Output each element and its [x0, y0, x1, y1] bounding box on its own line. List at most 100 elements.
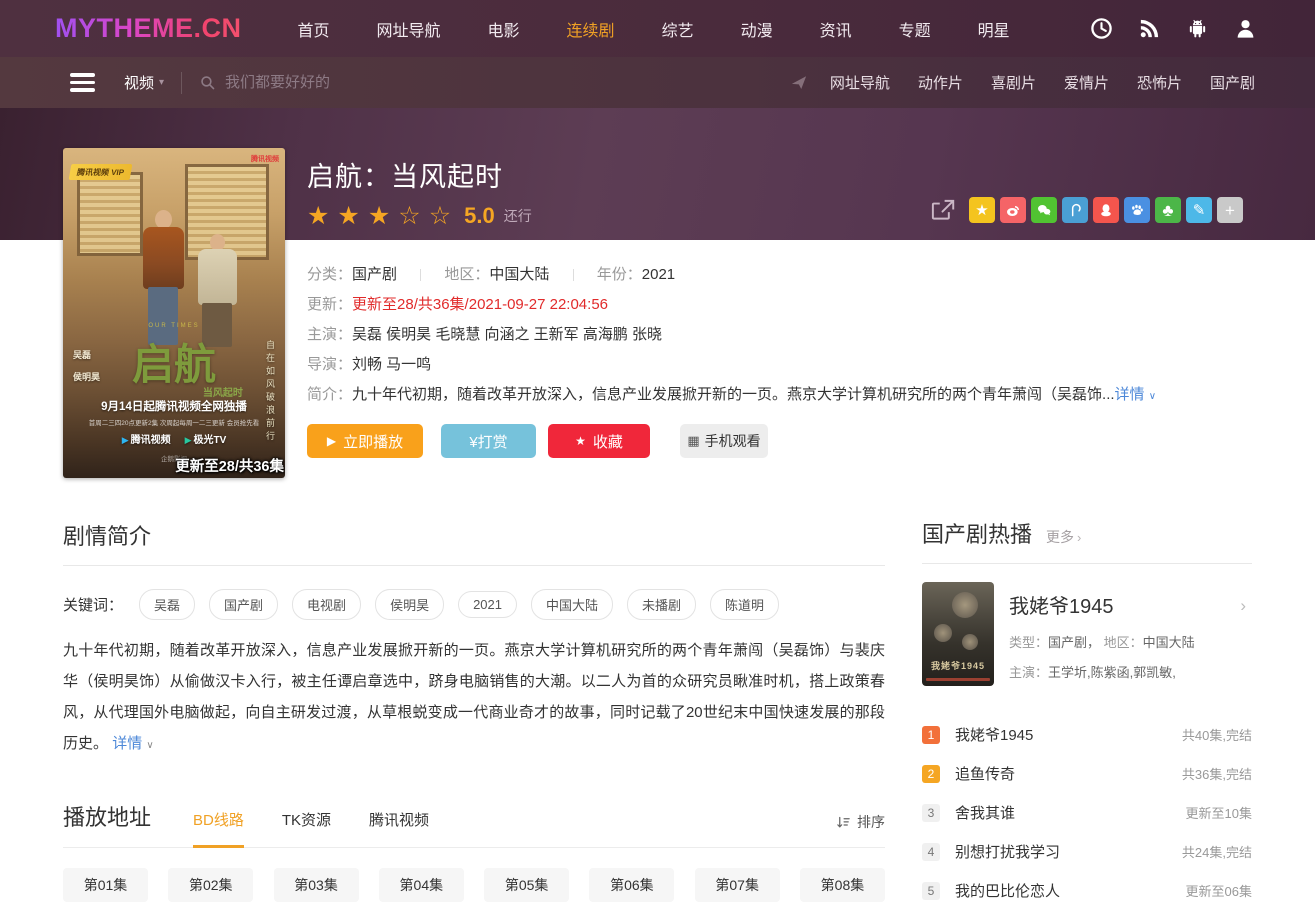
featured-title[interactable]: 我姥爷1945: [1009, 590, 1252, 619]
region-value[interactable]: 中国大陆: [489, 266, 549, 283]
quick-link[interactable]: 网址导航: [830, 72, 890, 93]
more-link[interactable]: 更多›: [1046, 527, 1081, 547]
nav-item[interactable]: 连续剧: [567, 17, 615, 41]
keyword-tag[interactable]: 陈道明: [710, 589, 779, 620]
keyword-tag[interactable]: 未播剧: [627, 589, 696, 620]
keyword-tag[interactable]: 吴磊: [139, 589, 195, 620]
director-value[interactable]: 刘畅 马一鸣: [352, 356, 431, 373]
quick-link[interactable]: 动作片: [918, 72, 963, 93]
nav-item[interactable]: 明星: [978, 17, 1010, 41]
reward-button[interactable]: ¥打赏: [441, 424, 536, 458]
update-value: 更新至28/共36集/2021-09-27 22:04:56: [352, 296, 608, 313]
source-tab[interactable]: BD线路: [193, 809, 244, 848]
quick-link[interactable]: 国产剧: [1210, 72, 1255, 93]
show-poster[interactable]: 腾讯视频 VIP 腾讯视频 吴磊 侯明昊 自在如风破浪前行 OUR TIMES …: [63, 148, 285, 478]
source-tab[interactable]: TK资源: [282, 809, 331, 848]
episode-button[interactable]: 第02集: [168, 868, 253, 902]
search-input[interactable]: [225, 74, 565, 91]
synopsis-text: 九十年代初期，随着改革开放深入，信息产业发展掀开新的一页。燕京大学计算机研究所的…: [63, 635, 885, 761]
user-icon[interactable]: [1234, 17, 1257, 40]
keyword-tag[interactable]: 国产剧: [209, 589, 278, 620]
quick-link[interactable]: 爱情片: [1064, 72, 1109, 93]
clover-icon[interactable]: ♣: [1155, 197, 1181, 223]
detail-link[interactable]: 详情: [112, 735, 142, 752]
rank-title[interactable]: 舍我其谁: [955, 802, 1015, 823]
source-tab[interactable]: 腾讯视频: [369, 809, 429, 848]
menu-icon[interactable]: [70, 69, 95, 96]
star-empty-icon[interactable]: ☆: [429, 204, 451, 229]
nav-item[interactable]: 首页: [298, 17, 330, 41]
main-nav: 首页 网址导航 电影 连续剧 综艺 动漫 资讯 专题 明星: [298, 17, 1010, 41]
search-icon[interactable]: [199, 74, 216, 91]
ranking-row[interactable]: 1 我姥爷1945 共40集,完结: [922, 715, 1252, 754]
qq-icon[interactable]: [1093, 197, 1119, 223]
site-logo[interactable]: MYTHEME.CN: [55, 13, 242, 44]
ranking-row[interactable]: 4 别想打扰我学习 共24集,完结: [922, 832, 1252, 871]
episode-button[interactable]: 第03集: [274, 868, 359, 902]
paper-plane-icon[interactable]: [790, 74, 808, 92]
share-icon[interactable]: [929, 197, 957, 223]
divider: [63, 565, 885, 566]
featured-poster-caption: 我姥爷1945: [922, 659, 994, 672]
sort-button[interactable]: 排序: [836, 812, 885, 832]
favorite-button[interactable]: ★收藏: [548, 424, 650, 458]
rank-title[interactable]: 追鱼传奇: [955, 763, 1015, 784]
ranking-row[interactable]: 6: [922, 910, 1252, 914]
ranking-row[interactable]: 5 我的巴比伦恋人 更新至06集: [922, 871, 1252, 910]
chevron-down-icon[interactable]: ∨: [146, 740, 153, 751]
keyword-tag[interactable]: 侯明昊: [375, 589, 444, 620]
more-share-icon[interactable]: +: [1217, 197, 1243, 223]
tencent-weibo-icon[interactable]: [1062, 197, 1088, 223]
info-line-starring: 主演：吴磊 侯明昊 毛晓慧 向涵之 王新军 高海鹏 张晓: [307, 325, 885, 345]
rank-title[interactable]: 我姥爷1945: [955, 724, 1033, 745]
rank-badge: 1: [922, 726, 940, 744]
quick-link[interactable]: 喜剧片: [991, 72, 1036, 93]
keyword-tag[interactable]: 电视剧: [292, 589, 361, 620]
keyword-tag[interactable]: 中国大陆: [531, 589, 613, 620]
nav-item[interactable]: 专题: [899, 17, 931, 41]
episode-button[interactable]: 第07集: [695, 868, 780, 902]
ranking-row[interactable]: 3 舍我其谁 更新至10集: [922, 793, 1252, 832]
nav-item[interactable]: 电影: [488, 17, 520, 41]
featured-show-card[interactable]: 我姥爷1945 我姥爷1945 类型：国产剧， 地区：中国大陆 主演：王学圻,陈…: [922, 582, 1252, 686]
divider: [181, 72, 182, 94]
edit-icon[interactable]: ✎: [1186, 197, 1212, 223]
rank-status: 更新至06集: [1186, 881, 1252, 900]
keyword-tag[interactable]: 2021: [458, 591, 517, 618]
baidu-icon[interactable]: [1124, 197, 1150, 223]
play-now-button[interactable]: ▶立即播放: [307, 424, 423, 458]
starring-value[interactable]: 吴磊 侯明昊 毛晓慧 向涵之 王新军 高海鹏 张晓: [352, 326, 662, 343]
wechat-icon[interactable]: [1031, 197, 1057, 223]
episode-button[interactable]: 第05集: [484, 868, 569, 902]
mobile-watch-button[interactable]: ▦手机观看: [680, 424, 768, 458]
star-filled-icon[interactable]: ★: [368, 204, 390, 229]
episode-button[interactable]: 第04集: [379, 868, 464, 902]
rss-icon[interactable]: [1138, 17, 1161, 40]
rank-title[interactable]: 我的巴比伦恋人: [955, 880, 1060, 901]
star-empty-icon[interactable]: ☆: [398, 204, 420, 229]
history-icon[interactable]: [1090, 17, 1113, 40]
star-filled-icon[interactable]: ★: [337, 204, 359, 229]
qzone-icon[interactable]: ★: [969, 197, 995, 223]
year-value[interactable]: 2021: [642, 266, 675, 283]
rank-status: 共40集,完结: [1182, 725, 1252, 744]
rank-title[interactable]: 别想打扰我学习: [955, 841, 1060, 862]
weibo-icon[interactable]: [1000, 197, 1026, 223]
chevron-down-icon: ▾: [159, 77, 164, 88]
ranking-row[interactable]: 2 追鱼传奇 共36集,完结: [922, 754, 1252, 793]
star-filled-icon[interactable]: ★: [307, 204, 329, 229]
episode-button[interactable]: 第01集: [63, 868, 148, 902]
poster-figure: [143, 227, 184, 289]
nav-item[interactable]: 动漫: [741, 17, 773, 41]
episode-button[interactable]: 第08集: [800, 868, 885, 902]
android-icon[interactable]: [1186, 17, 1209, 40]
quick-link[interactable]: 恐怖片: [1137, 72, 1182, 93]
search-category-dropdown[interactable]: 视频 ▾: [124, 72, 164, 93]
episode-button[interactable]: 第06集: [589, 868, 674, 902]
category-value[interactable]: 国产剧: [352, 266, 397, 283]
nav-item[interactable]: 网址导航: [377, 17, 441, 41]
nav-item[interactable]: 综艺: [662, 17, 694, 41]
topbar-icons: [1090, 17, 1257, 40]
poster-english-title: OUR TIMES: [148, 323, 199, 329]
nav-item[interactable]: 资讯: [820, 17, 852, 41]
